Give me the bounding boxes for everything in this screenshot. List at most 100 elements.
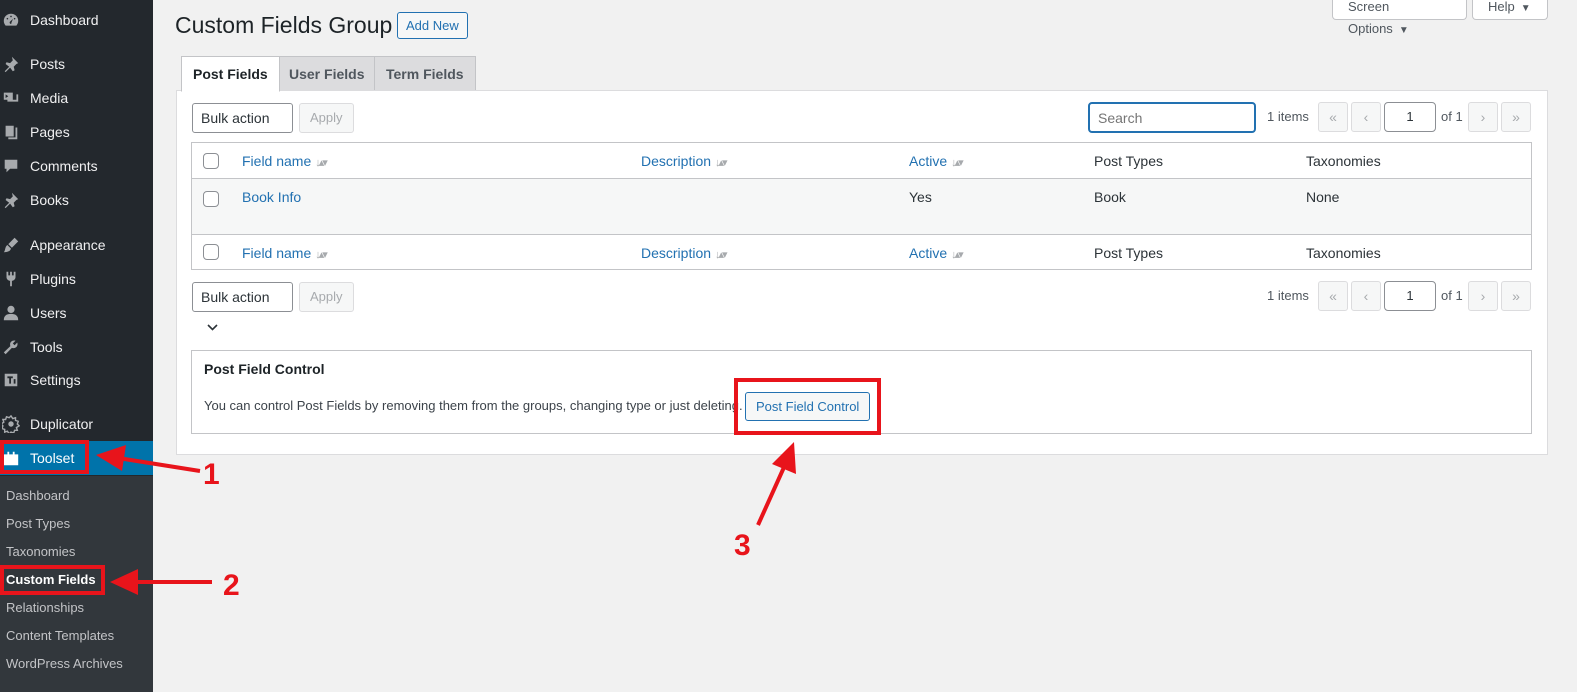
row-active: Yes (909, 189, 932, 205)
row-taxonomies: None (1306, 189, 1340, 205)
menu-plugins-label: Plugins (30, 271, 76, 287)
caret-down-icon: ▼ (1520, 3, 1531, 14)
column-taxonomies-footer: Taxonomies (1306, 245, 1381, 261)
screen-options-button[interactable]: Screen Options ▼ (1332, 0, 1467, 36)
column-field-name-label: Field name (242, 153, 312, 169)
field-name-link[interactable]: Book Info (242, 179, 301, 215)
menu-media-label: Media (30, 90, 69, 106)
menu-settings[interactable]: Settings (0, 363, 153, 397)
select-all-checkbox[interactable] (203, 153, 219, 169)
menu-tools[interactable]: Tools (0, 330, 153, 364)
column-active-footer[interactable]: Active ↓▴▾ (909, 235, 964, 273)
column-field-name[interactable]: Field name ↓▴▾ (242, 143, 328, 181)
dashboard-icon (0, 11, 30, 29)
menu-pages-label: Pages (30, 124, 70, 140)
submenu-content-templates[interactable]: Content Templates (6, 626, 114, 646)
menu-duplicator[interactable]: Duplicator (0, 407, 153, 441)
items-count-bottom: 1 items (1267, 288, 1309, 303)
prev-page-button-bottom[interactable]: ‹ (1351, 281, 1381, 311)
page-title: Custom Fields Group (175, 12, 393, 38)
menu-comments-label: Comments (30, 158, 98, 174)
next-page-button-bottom[interactable]: › (1468, 281, 1498, 311)
menu-users[interactable]: Users (0, 296, 153, 330)
arrow-3-shaft (756, 464, 787, 526)
pin-icon (0, 55, 30, 73)
annotation-box-custom-fields (0, 565, 105, 595)
submenu-wordpress-archives[interactable]: WordPress Archives (6, 654, 123, 674)
menu-tools-label: Tools (30, 339, 63, 355)
menu-media[interactable]: Media (0, 81, 153, 115)
menu-dashboard-label: Dashboard (30, 12, 99, 28)
menu-plugins[interactable]: Plugins (0, 262, 153, 296)
tab-user-fields[interactable]: User Fields (277, 56, 377, 91)
table-header-row: Field name ↓▴▾ Description ↓▴▾ Active ↓▴▾ P… (192, 143, 1531, 179)
bulk-action-label: Bulk action (201, 289, 270, 305)
fields-table: Field name ↓▴▾ Description ↓▴▾ Active ↓▴▾ P… (191, 142, 1532, 270)
users-icon (0, 304, 30, 322)
annotation-number-3: 3 (734, 529, 751, 562)
first-page-button-top[interactable]: « (1318, 102, 1348, 132)
bulk-action-label: Bulk action (201, 110, 270, 126)
sort-icon: ↓▴▾ (315, 249, 327, 261)
duplicator-icon (0, 415, 30, 433)
column-description-label: Description (641, 245, 712, 261)
apply-button-bottom[interactable]: Apply (299, 282, 354, 312)
column-taxonomies: Taxonomies (1306, 153, 1381, 169)
submenu-taxonomies[interactable]: Taxonomies (6, 542, 75, 562)
sort-icon: ↓▴▾ (715, 249, 727, 261)
bulk-action-select-top[interactable]: Bulk action (192, 103, 293, 152)
current-page-input-bottom[interactable]: 1 (1384, 281, 1436, 311)
menu-dashboard[interactable]: Dashboard (0, 3, 153, 37)
menu-pages[interactable]: Pages (0, 115, 153, 149)
search-input[interactable] (1088, 102, 1256, 133)
menu-books[interactable]: Books (0, 183, 153, 217)
column-active-label: Active (909, 153, 948, 169)
table-footer-row: Field name ↓▴▾ Description ↓▴▾ Active ↓▴▾ P… (192, 234, 1531, 270)
menu-comments[interactable]: Comments (0, 149, 153, 183)
submenu-post-types[interactable]: Post Types (6, 514, 70, 534)
page-of-top: of 1 (1441, 109, 1463, 124)
current-page-input-top[interactable]: 1 (1384, 102, 1436, 132)
last-page-button-top[interactable]: » (1501, 102, 1531, 132)
column-description-footer[interactable]: Description ↓▴▾ (641, 235, 727, 273)
annotation-number-1: 1 (203, 458, 220, 491)
bulk-action-select-bottom[interactable]: Bulk action (192, 282, 293, 331)
menu-appearance[interactable]: Appearance (0, 228, 153, 262)
next-page-button-top[interactable]: › (1468, 102, 1498, 132)
sort-icon: ↓▴▾ (951, 157, 963, 169)
menu-duplicator-label: Duplicator (30, 416, 94, 432)
page-of-bottom: of 1 (1441, 288, 1463, 303)
last-page-button-bottom[interactable]: » (1501, 281, 1531, 311)
row-checkbox[interactable] (203, 191, 219, 207)
comments-icon (0, 157, 30, 175)
submenu-dashboard[interactable]: Dashboard (6, 486, 70, 506)
select-all-checkbox-footer[interactable] (203, 244, 219, 260)
column-description[interactable]: Description ↓▴▾ (641, 143, 727, 181)
apply-button-top[interactable]: Apply (299, 103, 354, 133)
annotation-number-2: 2 (223, 569, 240, 602)
column-post-types: Post Types (1094, 153, 1164, 169)
first-page-button-bottom[interactable]: « (1318, 281, 1348, 311)
column-field-name-footer[interactable]: Field name ↓▴▾ (242, 235, 328, 273)
submenu-relationships[interactable]: Relationships (6, 598, 84, 618)
menu-posts-label: Posts (30, 56, 66, 72)
tab-post-fields[interactable]: Post Fields (181, 56, 280, 92)
add-new-button[interactable]: Add New (397, 12, 468, 39)
tab-term-fields[interactable]: Term Fields (374, 56, 476, 91)
items-count-top: 1 items (1267, 109, 1309, 124)
brush-icon (0, 236, 30, 254)
column-active[interactable]: Active ↓▴▾ (909, 143, 964, 181)
prev-page-button-top[interactable]: ‹ (1351, 102, 1381, 132)
pages-icon (0, 123, 30, 141)
pin-icon (0, 191, 30, 209)
chevron-down-icon (207, 312, 218, 340)
annotation-box-control-button (734, 378, 881, 435)
column-post-types-footer: Post Types (1094, 245, 1164, 261)
control-description: You can control Post Fields by removing … (204, 398, 743, 413)
control-title: Post Field Control (204, 361, 325, 377)
plugin-icon (0, 270, 30, 288)
wrench-icon (0, 338, 30, 356)
help-button[interactable]: Help ▼ (1472, 0, 1548, 20)
table-row: Book Info Yes Book None (192, 179, 1531, 234)
menu-posts[interactable]: Posts (0, 47, 153, 81)
